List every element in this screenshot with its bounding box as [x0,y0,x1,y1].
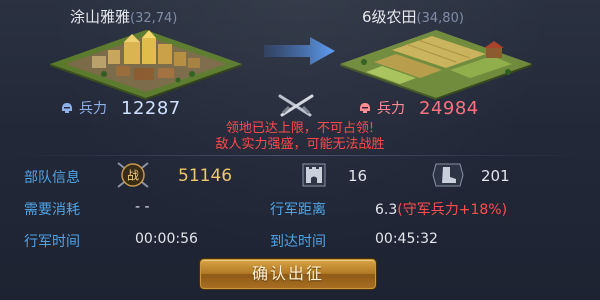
distance-number: 6.3 [375,202,398,218]
target-title: 6级农田(34,80) [362,6,464,27]
target-troop-value: 24984 [419,97,479,119]
castle-wall-icon [302,163,326,187]
warning-enemy-strong: 敌人实力强盛，可能无法战胜 [215,137,385,152]
speed-value: 201 [481,167,510,185]
arrow-right-icon [264,37,335,65]
march-time-label: 行军时间 [24,234,80,250]
source-title: 涂山雅雅(32,74) [70,6,177,27]
distance-bonus: (守军兵力+18%) [397,202,508,218]
arrive-time-value: 00:45:32 [375,231,438,247]
source-troop-value: 12287 [121,97,181,119]
source-troop: 兵力 12287 [60,97,181,119]
arrive-time-label: 到达时间 [270,234,326,250]
farm-tile-image [340,30,532,100]
march-dialog: 涂山雅雅(32,74) 6级农田(34,80) 兵力 12287 兵力 2498… [0,0,600,300]
source-troop-label: 兵力 [79,101,107,117]
source-name: 涂山雅雅 [70,8,131,26]
target-troop: 兵力 24984 [358,97,479,119]
soldier-helmet-icon [360,103,370,113]
section-divider [14,155,586,156]
wall-value: 16 [348,167,368,185]
distance-label: 行军距离 [270,202,326,218]
consume-value: - - [135,199,150,215]
city-tile-image [50,30,242,100]
target-farm-tile [336,26,536,100]
consume-label: 需要消耗 [24,202,80,218]
target-troop-label: 兵力 [377,101,405,117]
source-coords[interactable]: (32,74) [130,11,177,26]
boot-icon [432,163,464,187]
march-time-value: 00:00:56 [135,231,198,247]
soldier-helmet-icon [62,103,72,113]
team-info-label: 部队信息 [24,170,80,186]
distance-value: 6.3(守军兵力+18%) [375,199,507,219]
battle-badge-icon: 战 [117,162,149,188]
power-value: 51146 [178,166,233,186]
target-coords[interactable]: (34,80) [417,11,464,26]
crossed-swords-icon [278,94,314,117]
target-name: 6级农田 [362,8,417,26]
power-badge-text: 战 [127,169,139,183]
confirm-march-button[interactable]: 确认出征 [200,259,376,289]
source-city-tile [46,26,246,100]
